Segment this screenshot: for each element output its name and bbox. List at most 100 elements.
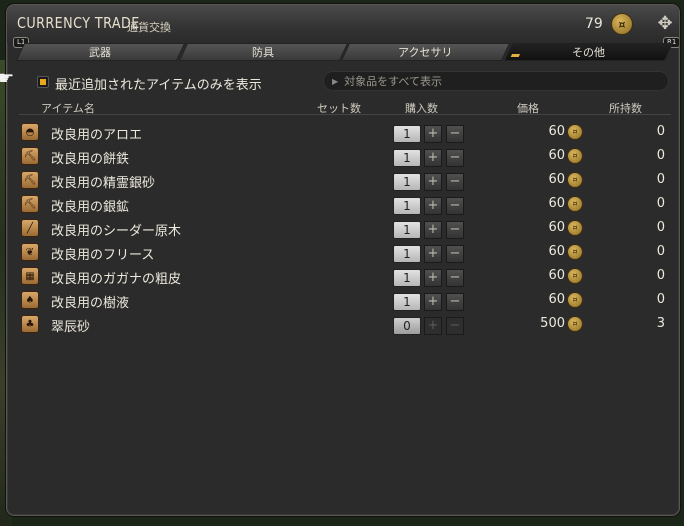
quantity-input[interactable]: 1 xyxy=(393,269,421,287)
table-row[interactable]: ⛏ 改良用の精霊銀砂 1 + − 60 ¤ 0 xyxy=(19,167,671,191)
header-owned: 所持数 xyxy=(609,102,642,115)
item-price: 60 xyxy=(548,292,565,307)
increase-button[interactable]: + xyxy=(424,149,442,167)
table-row[interactable]: ⛏ 改良用の銀鉱 1 + − 60 ¤ 0 xyxy=(19,191,671,215)
item-price: 60 xyxy=(548,124,565,139)
increase-button[interactable]: + xyxy=(424,173,442,191)
pickaxe-icon: ⛏ xyxy=(21,195,39,213)
item-price: 500 xyxy=(540,316,565,331)
recent-items-label: 最近追加されたアイテムのみを表示 xyxy=(55,78,262,93)
table-row[interactable]: ⛏ 改良用の餅鉄 1 + − 60 ¤ 0 xyxy=(19,143,671,167)
gil-coin-icon: ¤ xyxy=(611,13,633,35)
item-name: 改良用のアロエ xyxy=(51,128,143,143)
settings-gear-icon[interactable]: ✥ xyxy=(653,11,677,35)
quantity-input[interactable]: 1 xyxy=(393,125,421,143)
item-name: 改良用の精霊銀砂 xyxy=(51,176,156,191)
filter-dropdown[interactable]: ▶ 対象品をすべて表示 xyxy=(323,71,669,91)
gil-coin-icon: ¤ xyxy=(567,220,583,236)
quantity-input[interactable]: 1 xyxy=(393,173,421,191)
increase-button[interactable]: + xyxy=(424,125,442,143)
quantity-input[interactable]: 1 xyxy=(393,197,421,215)
gil-coin-icon: ¤ xyxy=(567,292,583,308)
owned-count: 0 xyxy=(656,268,665,283)
decrease-button[interactable]: − xyxy=(446,197,464,215)
item-price: 60 xyxy=(548,148,565,163)
quantity-input[interactable]: 1 xyxy=(393,149,421,167)
owned-count: 3 xyxy=(656,316,665,331)
quantity-input[interactable]: 1 xyxy=(393,221,421,239)
increase-button[interactable]: + xyxy=(424,221,442,239)
gil-coin-icon: ¤ xyxy=(567,244,583,260)
item-list: ◓ 改良用のアロエ 1 + −60 ¤ 0 ⛏ 改良用の餅鉄 1 + −60 ¤ 0 ⛏ 改良用の精霊銀砂 1 +… xyxy=(19,119,671,335)
decrease-button[interactable]: − xyxy=(446,245,464,263)
table-row[interactable]: ❦ 改良用のフリース 1 + − 60 ¤ 0 xyxy=(19,239,671,263)
quantity-input[interactable]: 1 xyxy=(393,245,421,263)
item-price: 60 xyxy=(548,196,565,211)
owned-count: 0 xyxy=(656,292,665,307)
table-row[interactable]: ♠ 改良用の樹液 1 + − 60 ¤ 0 xyxy=(19,287,671,311)
gil-coin-icon: ¤ xyxy=(567,316,583,332)
tab-label: 武器 xyxy=(89,46,112,59)
decrease-button[interactable]: − xyxy=(446,269,464,287)
owned-count: 0 xyxy=(656,172,665,187)
gil-coin-icon: ¤ xyxy=(567,172,583,188)
tab-other[interactable]: その他 xyxy=(503,43,673,61)
owned-count: 0 xyxy=(656,220,665,235)
item-price: 60 xyxy=(548,268,565,283)
item-name: 改良用のシーダー原木 xyxy=(51,224,182,239)
filter-text: 対象品をすべて表示 xyxy=(344,75,442,88)
fleece-icon: ❦ xyxy=(21,243,39,261)
log-icon: ╱ xyxy=(21,219,39,237)
header-set-count: セット数 xyxy=(317,102,361,115)
table-row[interactable]: ◓ 改良用のアロエ 1 + − 60 ¤ 0 xyxy=(19,119,671,143)
item-name: 改良用のフリース xyxy=(51,248,155,263)
decrease-button[interactable]: − xyxy=(446,293,464,311)
header-item-name: アイテム名 xyxy=(41,102,95,115)
tab-label: 防具 xyxy=(251,46,274,59)
owned-count: 0 xyxy=(656,148,665,163)
owned-count: 0 xyxy=(656,244,665,259)
item-price: 60 xyxy=(548,172,565,187)
title-bar: CURRENCY TRADE 通貨交換 79 ¤ ✥ xyxy=(7,5,679,43)
window-subtitle: 通貨交換 xyxy=(127,21,171,34)
table-row[interactable]: ▦ 改良用のガガナの粗皮 1 + − 60 ¤ 0 xyxy=(19,263,671,287)
hide-icon: ▦ xyxy=(21,267,39,285)
tab-accessories[interactable]: アクセサリ xyxy=(340,43,510,61)
header-price: 価格 xyxy=(517,102,539,115)
increase-button[interactable]: + xyxy=(424,197,442,215)
quantity-input[interactable]: 0 xyxy=(393,317,421,335)
gil-coin-icon: ¤ xyxy=(567,148,583,164)
category-tabs: 武器 防具 アクセサリ その他 xyxy=(15,43,673,63)
currency-trade-window: CURRENCY TRADE 通貨交換 79 ¤ ✥ L1 R1 武器 防具 ア… xyxy=(6,4,680,516)
table-row[interactable]: ╱ 改良用のシーダー原木 1 + − 60 ¤ 0 xyxy=(19,215,671,239)
item-price: 60 xyxy=(548,244,565,259)
gil-coin-icon: ¤ xyxy=(567,124,583,140)
decrease-button[interactable]: − xyxy=(446,125,464,143)
increase-button[interactable]: + xyxy=(424,293,442,311)
increase-button[interactable]: + xyxy=(424,269,442,287)
decrease-button[interactable]: − xyxy=(446,173,464,191)
item-price: 60 xyxy=(548,220,565,235)
decrease-button[interactable]: − xyxy=(446,317,464,335)
aloe-icon: ◓ xyxy=(21,123,39,141)
pickaxe-icon: ⛏ xyxy=(21,147,39,165)
tab-weapons[interactable]: 武器 xyxy=(15,43,185,61)
item-name: 改良用の樹液 xyxy=(51,296,130,311)
tab-armor[interactable]: 防具 xyxy=(178,43,348,61)
decrease-button[interactable]: − xyxy=(446,221,464,239)
header-purchase: 購入数 xyxy=(405,102,438,115)
decrease-button[interactable]: − xyxy=(446,149,464,167)
table-header: アイテム名 セット数 購入数 価格 所持数 xyxy=(19,97,671,115)
window-title: CURRENCY TRADE xyxy=(17,14,140,32)
table-row[interactable]: ♣ 翠辰砂 0 + − 500 ¤ 3 xyxy=(19,311,671,335)
recent-items-checkbox[interactable] xyxy=(37,76,49,88)
currency-amount: 79 xyxy=(585,16,603,32)
item-name: 翠辰砂 xyxy=(51,320,91,335)
pickaxe-icon: ⛏ xyxy=(21,171,39,189)
quantity-input[interactable]: 1 xyxy=(393,293,421,311)
increase-button[interactable]: + xyxy=(424,317,442,335)
play-arrow-icon: ▶ xyxy=(332,76,339,86)
increase-button[interactable]: + xyxy=(424,245,442,263)
item-name: 改良用の銀鉱 xyxy=(51,200,130,215)
tab-label: アクセサリ xyxy=(398,46,453,59)
